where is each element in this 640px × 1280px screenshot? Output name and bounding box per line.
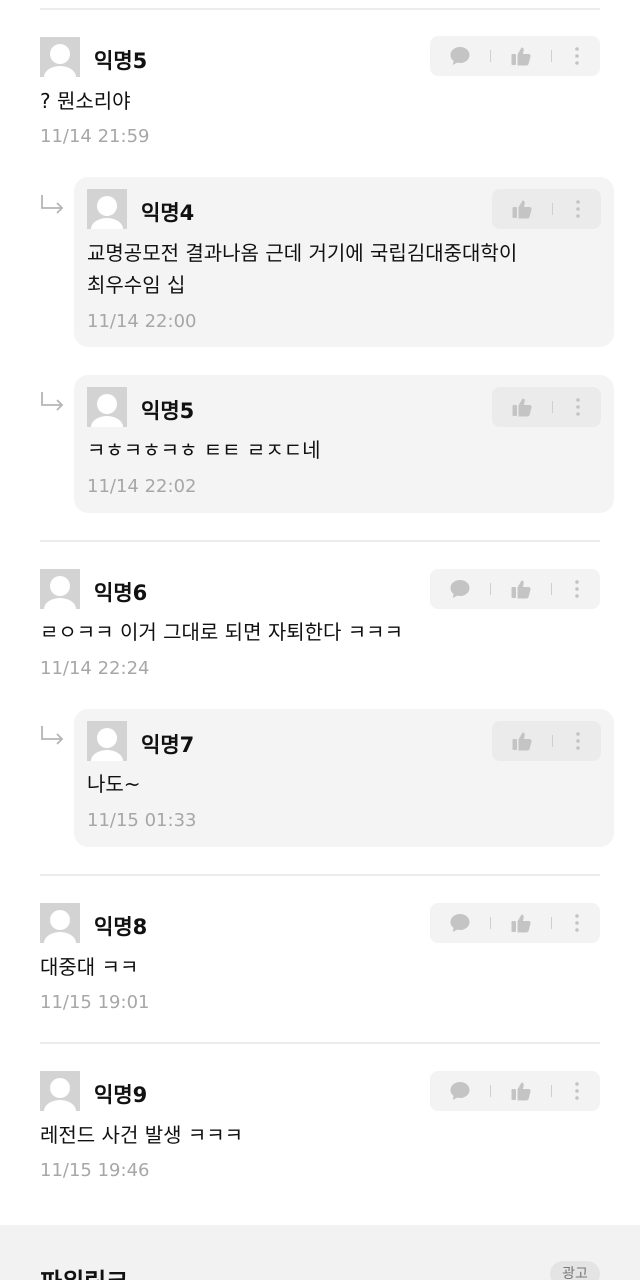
- comment-actions: [492, 189, 601, 229]
- thumbs-up-icon: [511, 914, 531, 933]
- like-button[interactable]: [511, 198, 533, 220]
- comment-text: 레전드 사건 발생 ㅋㅋㅋ: [40, 1123, 244, 1147]
- author-name: 익명7: [141, 733, 195, 757]
- author-name: 익명6: [94, 581, 148, 605]
- separator: [490, 50, 491, 62]
- comment-actions: [492, 721, 601, 761]
- avatar: [87, 721, 127, 761]
- separator: [490, 917, 491, 929]
- author-name: 익명4: [141, 201, 195, 225]
- reply-card: 익명5 ㅋㅎㅋㅎㅋㅎ ㅌㅌ ㄹㅈㄷ네 11/14 22:02: [74, 375, 614, 513]
- more-button[interactable]: [567, 730, 589, 752]
- thumbs-up-icon: [511, 580, 531, 599]
- author-name: 익명8: [94, 915, 148, 939]
- separator: [490, 583, 491, 595]
- comment-actions: [492, 387, 601, 427]
- like-button[interactable]: [510, 45, 532, 67]
- divider: [40, 1042, 600, 1044]
- reply-button[interactable]: [449, 912, 471, 934]
- speech-bubble-icon: [450, 47, 470, 65]
- reply-arrow-icon: [40, 194, 66, 216]
- reply-button[interactable]: [449, 45, 471, 67]
- ad-badge[interactable]: 광고: [550, 1261, 600, 1280]
- reply-button[interactable]: [449, 1080, 471, 1102]
- comment-text: 나도~: [87, 772, 141, 796]
- comment-text: ? 뭔소리야: [40, 89, 131, 113]
- comment-text-line: 교명공모전 결과나옴 근데 거기에 국립김대중대학이: [87, 241, 518, 265]
- comment-time: 11/14 21:59: [40, 126, 150, 147]
- more-button[interactable]: [566, 45, 588, 67]
- comment-time: 11/14 22:24: [40, 658, 150, 679]
- separator: [551, 917, 552, 929]
- more-vertical-icon: [575, 1082, 579, 1100]
- reply-card: 익명7 나도~ 11/15 01:33: [74, 709, 614, 847]
- like-button[interactable]: [511, 396, 533, 418]
- thumbs-up-icon: [512, 398, 532, 417]
- reply-arrow-icon: [40, 725, 66, 747]
- like-button[interactable]: [511, 730, 533, 752]
- separator: [552, 203, 553, 215]
- speech-bubble-icon: [450, 1082, 470, 1100]
- like-button[interactable]: [510, 578, 532, 600]
- comment-text: 대중대 ㅋㅋ: [40, 955, 139, 979]
- author-name: 익명9: [94, 1083, 148, 1107]
- reply-arrow-icon: [40, 391, 66, 413]
- author-name: 익명5: [141, 399, 195, 423]
- separator: [552, 735, 553, 747]
- avatar: [87, 387, 127, 427]
- reply-card: 익명4 교명공모전 결과나옴 근데 거기에 국립김대중대학이 최우수임 십 11…: [74, 177, 614, 347]
- more-vertical-icon: [575, 47, 579, 65]
- more-button[interactable]: [566, 1080, 588, 1102]
- divider: [40, 8, 600, 10]
- separator: [551, 50, 552, 62]
- reply-button[interactable]: [449, 578, 471, 600]
- comment-time: 11/15 01:33: [87, 810, 197, 831]
- comment-actions: [430, 903, 600, 943]
- comment-text: ㄹㅇㅋㅋ 이거 그대로 되면 자퇴한다 ㅋㅋㅋ: [40, 620, 403, 644]
- comment-time: 11/14 22:00: [87, 311, 197, 332]
- comment-time: 11/15 19:46: [40, 1160, 150, 1181]
- comment-actions: [430, 569, 600, 609]
- more-vertical-icon: [576, 732, 580, 750]
- more-vertical-icon: [575, 580, 579, 598]
- avatar: [40, 1071, 80, 1111]
- like-button[interactable]: [510, 1080, 532, 1102]
- more-vertical-icon: [576, 398, 580, 416]
- separator: [551, 583, 552, 595]
- comment-actions: [430, 1071, 600, 1111]
- divider: [40, 874, 600, 876]
- comment-time: 11/15 19:01: [40, 992, 150, 1013]
- speech-bubble-icon: [450, 914, 470, 932]
- thumbs-up-icon: [511, 1082, 531, 1101]
- more-vertical-icon: [576, 200, 580, 218]
- divider: [40, 540, 600, 542]
- like-button[interactable]: [510, 912, 532, 934]
- avatar: [40, 903, 80, 943]
- speech-bubble-icon: [450, 580, 470, 598]
- separator: [552, 401, 553, 413]
- separator: [490, 1085, 491, 1097]
- thumbs-up-icon: [511, 47, 531, 66]
- more-button[interactable]: [566, 912, 588, 934]
- comment-time: 11/14 22:02: [87, 476, 197, 497]
- comment-text-line: 최우수임 십: [87, 273, 186, 297]
- avatar: [40, 37, 80, 77]
- more-button[interactable]: [567, 198, 589, 220]
- avatar: [40, 569, 80, 609]
- power-link-title: 파워링크: [40, 1262, 128, 1280]
- more-button[interactable]: [566, 578, 588, 600]
- thumbs-up-icon: [512, 732, 532, 751]
- thumbs-up-icon: [512, 200, 532, 219]
- separator: [551, 1085, 552, 1097]
- avatar: [87, 189, 127, 229]
- author-name: 익명5: [94, 49, 148, 73]
- comment-text: ㅋㅎㅋㅎㅋㅎ ㅌㅌ ㄹㅈㄷ네: [87, 438, 321, 462]
- more-button[interactable]: [567, 396, 589, 418]
- more-vertical-icon: [575, 914, 579, 932]
- comment-actions: [430, 36, 600, 76]
